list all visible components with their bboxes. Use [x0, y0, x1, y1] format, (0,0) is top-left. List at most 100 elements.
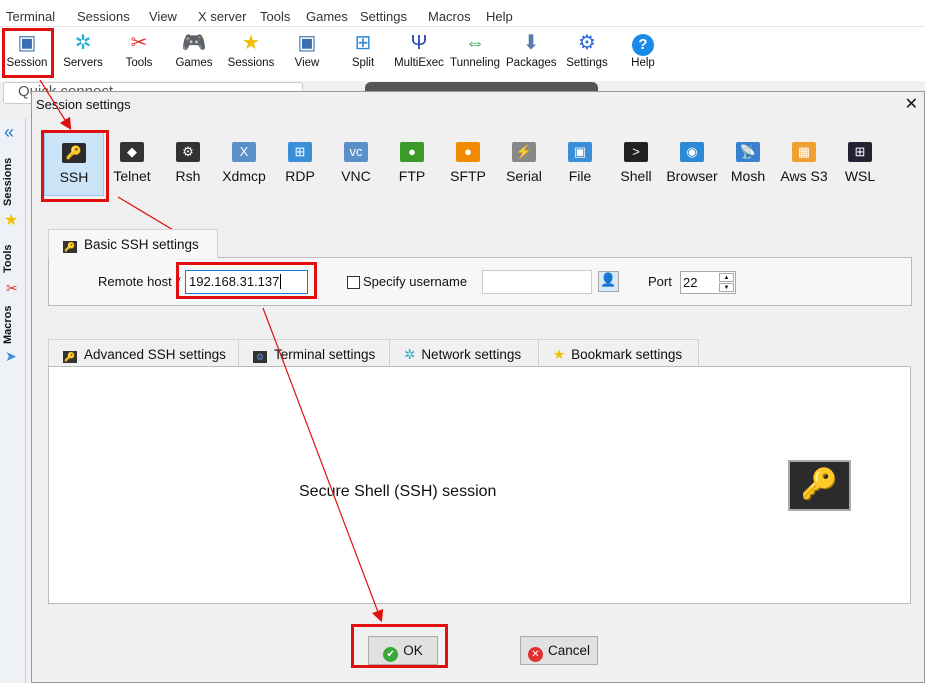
- menu-settings[interactable]: Settings: [360, 9, 407, 24]
- key-icon: 🔑: [63, 351, 77, 363]
- session-type-aws-s3[interactable]: ▦ Aws S3: [774, 132, 834, 184]
- toolbar-packages-button[interactable]: ⬇ Packages: [506, 29, 557, 69]
- sidebar-tab-macros[interactable]: Macros: [2, 303, 24, 347]
- remote-host-label: Remote host: [98, 274, 172, 289]
- tab-label: Basic SSH settings: [84, 237, 199, 252]
- tab-network-settings[interactable]: ✲ Network settings: [389, 339, 539, 367]
- ok-button[interactable]: ✔ OK: [368, 636, 438, 665]
- port-label: Port: [648, 274, 672, 289]
- text-cursor: [280, 274, 282, 289]
- ssh-icon: 🔑: [62, 143, 86, 163]
- star-icon: ★: [553, 347, 566, 362]
- port-up-arrow-icon[interactable]: ▲: [719, 273, 734, 282]
- ftp-icon: ●: [400, 142, 424, 162]
- toolbar: ▣ Session ✲ Servers ✂ Tools 🎮 Games ★ Session…: [0, 27, 925, 81]
- menu-tools[interactable]: Tools: [260, 9, 290, 24]
- vnc-icon: vc: [344, 142, 368, 162]
- toolbar-label: Tunneling: [450, 57, 501, 69]
- close-icon[interactable]: ✕: [905, 94, 918, 114]
- toolbar-servers-button[interactable]: ✲ Servers: [58, 29, 108, 69]
- session-type-label: SSH: [59, 169, 89, 185]
- toolbar-label: Session: [6, 57, 48, 69]
- session-type-wsl[interactable]: ⊞ WSL: [830, 132, 890, 184]
- session-type-file[interactable]: ▣ File: [550, 132, 610, 184]
- session-type-label: VNC: [341, 168, 371, 184]
- tab-bookmark-settings[interactable]: ★ Bookmark settings: [538, 339, 699, 367]
- menu-macros[interactable]: Macros: [428, 9, 471, 24]
- toolbar-label: Packages: [506, 57, 557, 69]
- toolbar-label: Split: [351, 57, 375, 69]
- session-type-label: Xdmcp: [222, 168, 266, 184]
- menu-x-server[interactable]: X server: [198, 9, 246, 24]
- toolbar-label: Games: [175, 57, 213, 69]
- menu-sessions[interactable]: Sessions: [77, 9, 130, 24]
- tab-terminal-settings[interactable]: ⚙ Terminal settings: [238, 339, 390, 367]
- session-type-telnet[interactable]: ◆ Telnet: [102, 132, 162, 184]
- user-picker-icon[interactable]: 👤: [598, 271, 619, 292]
- session-type-ftp[interactable]: ● FTP: [382, 132, 442, 184]
- username-input[interactable]: [482, 270, 592, 294]
- multiexec-icon: Ψ: [410, 32, 428, 54]
- terminal-gears-icon: ⚙: [253, 351, 267, 363]
- sidebar-tab-tools[interactable]: Tools: [2, 240, 24, 278]
- session-type-label: Serial: [506, 168, 542, 184]
- toolbar-tools-button[interactable]: ✂ Tools: [114, 29, 164, 69]
- toolbar-label: Help: [631, 57, 655, 69]
- menu-terminal[interactable]: Terminal: [6, 9, 55, 24]
- toolbar-multiexec-button[interactable]: Ψ MultiExec: [394, 29, 444, 69]
- star-icon: ★: [4, 212, 19, 229]
- cancel-button[interactable]: ✕ Cancel: [520, 636, 598, 665]
- key-icon: 🔑: [63, 241, 77, 253]
- remote-host-input[interactable]: 192.168.31.137: [185, 270, 308, 294]
- port-spinner[interactable]: 22 ▲ ▼: [680, 271, 736, 294]
- menu-games[interactable]: Games: [306, 9, 348, 24]
- session-type-rsh[interactable]: ⚙ Rsh: [158, 132, 218, 184]
- packages-icon: ⬇: [522, 32, 540, 54]
- session-type-shell[interactable]: > Shell: [606, 132, 666, 184]
- session-type-label: Aws S3: [780, 168, 828, 184]
- sidebar-tab-sessions[interactable]: Sessions: [2, 156, 24, 208]
- tools-icon: ✂: [130, 32, 148, 54]
- aws-s3-icon: ▦: [792, 142, 816, 162]
- menu-bar: Terminal Sessions View X server Tools Ga…: [0, 0, 925, 27]
- toolbar-settings-button[interactable]: ⚙ Settings: [562, 29, 612, 69]
- menu-view[interactable]: View: [149, 9, 177, 24]
- mosh-icon: 📡: [736, 142, 760, 162]
- menu-help[interactable]: Help: [486, 9, 513, 24]
- toolbar-view-button[interactable]: ▣ View: [282, 29, 332, 69]
- port-value: 22: [683, 275, 698, 290]
- collapse-chevrons-icon[interactable]: «: [4, 122, 14, 143]
- specify-username-checkbox[interactable]: [347, 276, 360, 289]
- cancel-x-icon: ✕: [527, 647, 543, 662]
- toolbar-sessions-button[interactable]: ★ Sessions: [226, 29, 276, 69]
- session-type-xdmcp[interactable]: X Xdmcp: [214, 132, 274, 184]
- session-type-vnc[interactable]: vc VNC: [326, 132, 386, 184]
- shell-icon: >: [624, 142, 648, 162]
- toolbar-help-button[interactable]: ? Help: [618, 29, 668, 69]
- port-down-arrow-icon[interactable]: ▼: [719, 283, 734, 292]
- browser-icon: ◉: [680, 142, 704, 162]
- wsl-icon: ⊞: [848, 142, 872, 162]
- settings-content-panel: Secure Shell (SSH) session 🔑: [48, 366, 911, 604]
- tab-advanced-ssh-settings[interactable]: 🔑 Advanced SSH settings: [48, 339, 239, 367]
- session-type-serial[interactable]: ⚡ Serial: [494, 132, 554, 184]
- session-type-label: FTP: [398, 168, 426, 184]
- dialog-title: Session settings: [36, 97, 131, 112]
- session-type-mosh[interactable]: 📡 Mosh: [718, 132, 778, 184]
- session-type-label: Rsh: [175, 168, 201, 184]
- toolbar-games-button[interactable]: 🎮 Games: [169, 29, 219, 69]
- session-type-browser[interactable]: ◉ Browser: [662, 132, 722, 184]
- tab-basic-ssh-settings[interactable]: 🔑 Basic SSH settings: [48, 229, 218, 258]
- session-type-rdp[interactable]: ⊞ RDP: [270, 132, 330, 184]
- tab-label: Advanced SSH settings: [84, 347, 226, 362]
- rsh-icon: ⚙: [176, 142, 200, 162]
- session-type-sftp[interactable]: ● SFTP: [438, 132, 498, 184]
- toolbar-split-button[interactable]: ⊞ Split: [338, 29, 388, 69]
- toolbar-session-button[interactable]: ▣ Session: [2, 29, 52, 69]
- toolbar-tunneling-button[interactable]: ⇔ Tunneling: [450, 29, 500, 69]
- toolbar-label: MultiExec: [394, 57, 444, 69]
- cancel-label: Cancel: [547, 643, 591, 658]
- session-description: Secure Shell (SSH) session: [299, 483, 497, 500]
- ok-label: OK: [403, 643, 423, 658]
- session-type-ssh[interactable]: 🔑 SSH: [44, 132, 104, 196]
